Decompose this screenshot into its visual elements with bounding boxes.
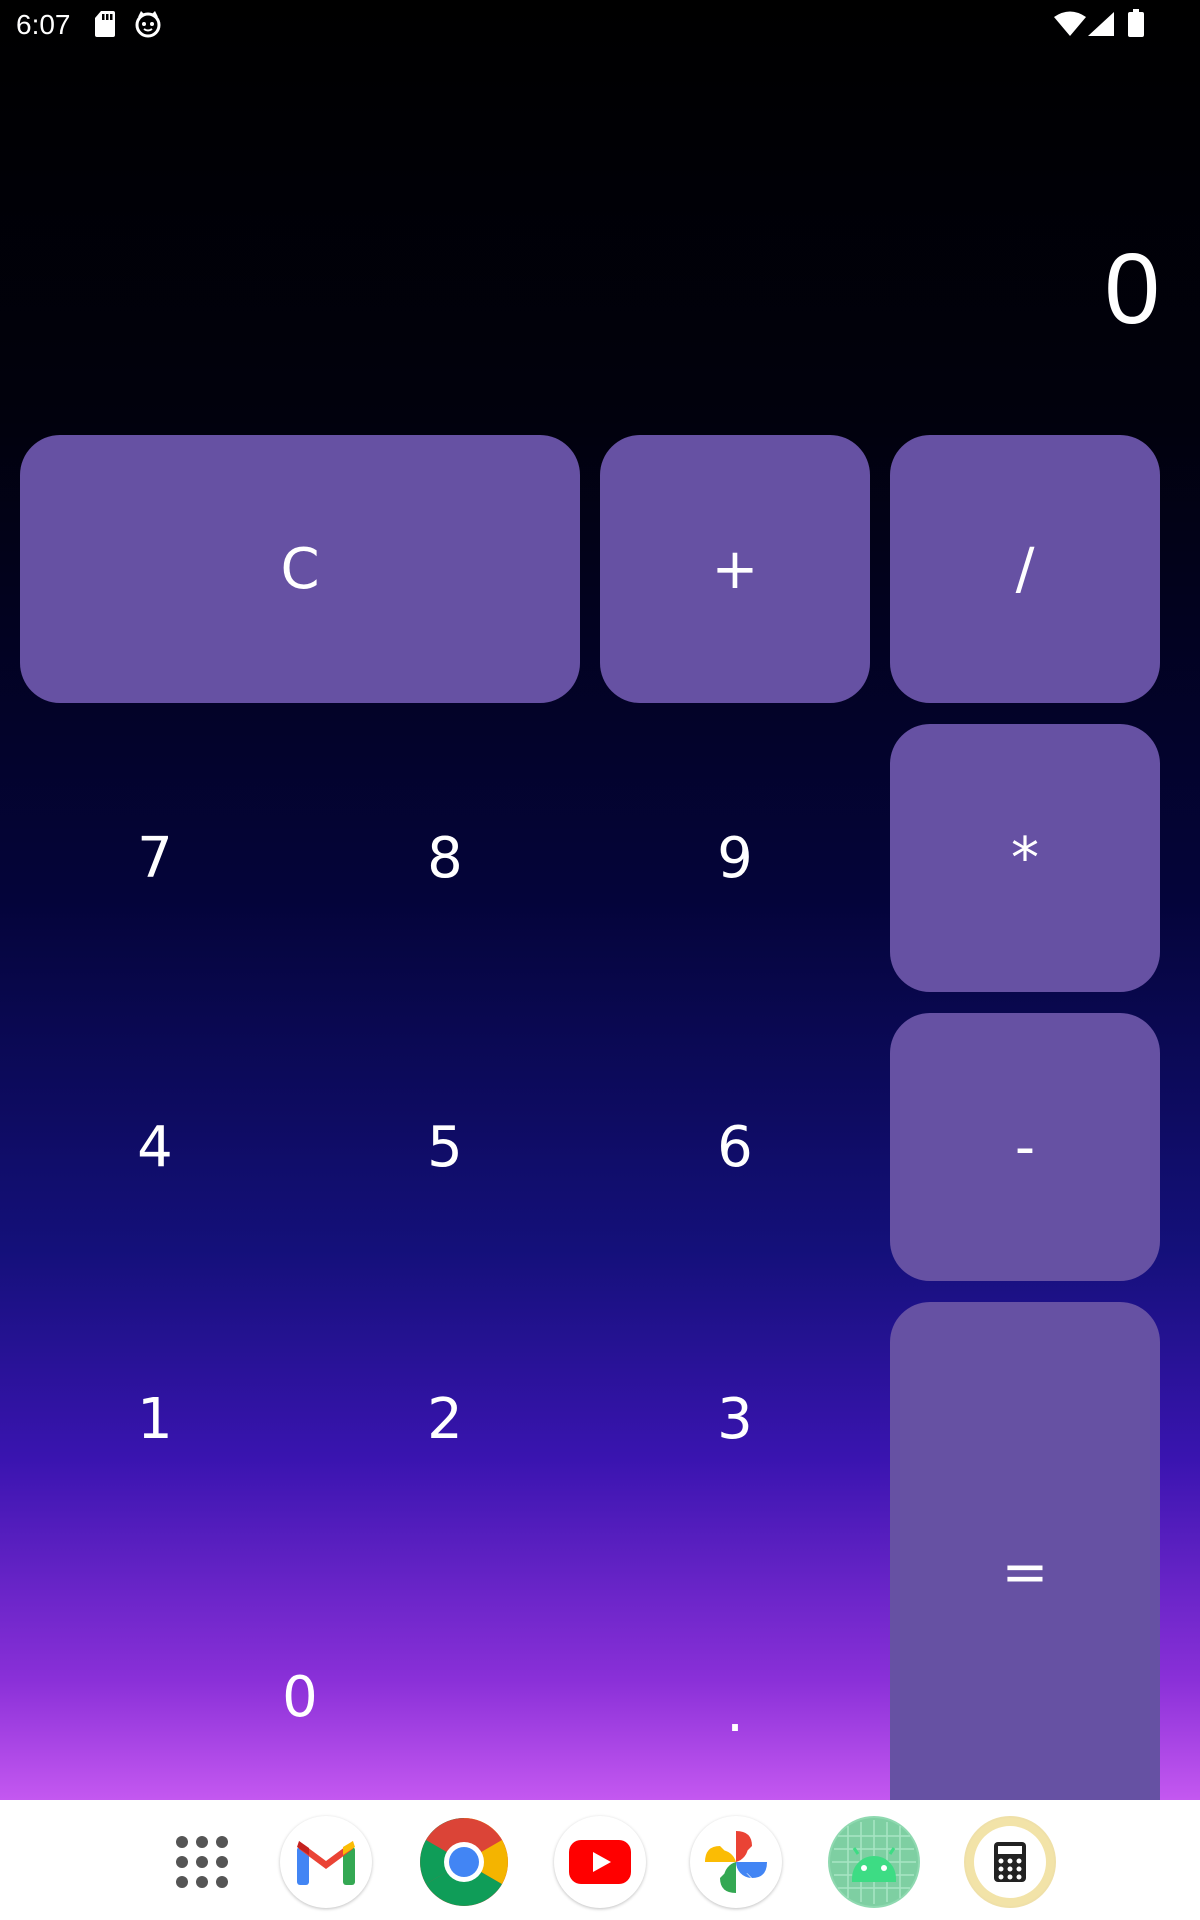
app-drawer-icon[interactable] bbox=[156, 1816, 248, 1908]
battery-icon bbox=[1128, 9, 1144, 42]
digit-7-button[interactable]: 7 bbox=[20, 724, 290, 992]
digit-3-button[interactable]: 3 bbox=[600, 1302, 870, 1536]
chrome-icon[interactable] bbox=[418, 1816, 510, 1908]
digit-6-button[interactable]: 6 bbox=[600, 1013, 870, 1281]
result-display: 0 bbox=[1104, 233, 1160, 345]
digit-9-button[interactable]: 9 bbox=[600, 724, 870, 992]
sd-card-icon bbox=[94, 10, 116, 43]
status-bar: 6:07 bbox=[0, 0, 1200, 48]
status-time: 6:07 bbox=[16, 9, 71, 40]
cat-face-icon bbox=[134, 9, 162, 44]
digit-8-button[interactable]: 8 bbox=[310, 724, 580, 992]
digit-2-button[interactable]: 2 bbox=[310, 1302, 580, 1536]
divide-button[interactable]: / bbox=[890, 435, 1160, 703]
wifi-icon bbox=[1054, 11, 1086, 42]
gmail-icon[interactable] bbox=[280, 1816, 372, 1908]
calculator-app-icon[interactable] bbox=[964, 1816, 1056, 1908]
decimal-point-button[interactable]: . bbox=[600, 1595, 870, 1829]
android-icon[interactable] bbox=[828, 1816, 920, 1908]
google-photos-icon[interactable] bbox=[690, 1816, 782, 1908]
multiply-button[interactable]: * bbox=[890, 724, 1160, 992]
digit-0-button[interactable]: 0 bbox=[20, 1580, 580, 1814]
equals-button[interactable]: = bbox=[890, 1302, 1160, 1842]
cellular-signal-icon bbox=[1088, 12, 1114, 41]
plus-button[interactable]: + bbox=[600, 435, 870, 703]
app-dock bbox=[0, 1800, 1200, 1920]
digit-5-button[interactable]: 5 bbox=[310, 1013, 580, 1281]
youtube-icon[interactable] bbox=[554, 1816, 646, 1908]
digit-1-button[interactable]: 1 bbox=[20, 1302, 290, 1536]
clear-button[interactable]: C bbox=[20, 435, 580, 703]
digit-4-button[interactable]: 4 bbox=[20, 1013, 290, 1281]
minus-button[interactable]: - bbox=[890, 1013, 1160, 1281]
